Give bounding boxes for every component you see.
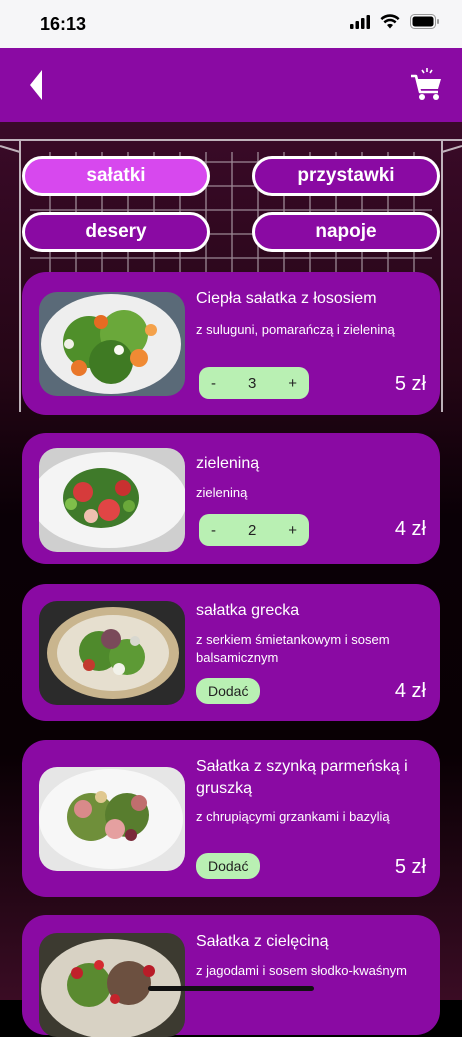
product-card[interactable]: Sałatka z szynką parmeńską i gruszką z c… [22,740,440,897]
app-bar [0,48,462,122]
category-desery[interactable]: desery [22,212,210,252]
wifi-icon [380,14,400,29]
product-description: z suluguni, pomarańczą i zieleniną [196,322,395,337]
category-label: desery [85,221,147,242]
chevron-left-icon [30,70,42,100]
quantity-stepper: - 2 + [199,514,309,546]
category-przystawki[interactable]: przystawki [252,156,440,196]
product-description: z serkiem śmietankowym i sosem balsamicz… [196,632,390,665]
category-napoje[interactable]: napoje [252,212,440,252]
product-price: 4 zł [394,518,426,540]
home-indicator [148,986,314,991]
product-title: Sałatka z szynką parmeńską i gruszką [196,758,408,797]
signal-icon [350,14,370,29]
product-price: 5 zł [394,373,426,395]
product-description: z chrupiącymi grzankami i bazylią [196,809,390,824]
category-label: przystawki [297,165,395,186]
status-icons [350,14,440,29]
product-price: 4 zł [394,680,426,702]
product-card[interactable]: Sałatka z cielęciną z jagodami i sosem s… [22,915,440,1037]
product-description: zieleniną [196,485,248,500]
add-to-cart-button[interactable]: Dodać [196,853,261,879]
product-title: zieleniną [196,455,260,472]
category-salatki[interactable]: sałatki [22,156,210,196]
quantity-value: 3 [247,374,257,392]
product-image [39,448,185,552]
category-label: sałatki [86,165,146,186]
product-card[interactable]: zieleniną zieleniną - 2 + 4 zł [22,433,440,564]
decrement-button[interactable]: - [211,522,216,539]
status-bar: 16:13 [0,0,462,48]
product-image [39,767,185,871]
status-time: 16:13 [40,14,87,34]
product-image [39,292,185,396]
product-image [39,933,185,1037]
add-to-cart-button[interactable]: Dodać [196,678,261,704]
back-button[interactable] [22,68,52,102]
product-title: Ciepła sałatka z łososiem [196,290,377,307]
product-price: 5 zł [394,856,426,878]
quantity-value: 2 [247,521,257,539]
battery-icon [410,14,439,29]
quantity-stepper: - 3 + [199,367,309,399]
product-title: sałatka grecka [196,602,300,619]
product-card[interactable]: Ciepła sałatka z łososiem z suluguni, po… [22,272,440,415]
increment-button[interactable]: + [288,375,297,392]
product-card[interactable]: sałatka grecka z serkiem śmietankowym i … [22,584,440,721]
product-description: z jagodami i sosem słodko-kwaśnym [196,963,407,978]
decrement-button[interactable]: - [211,375,216,392]
cart-button[interactable] [410,66,444,102]
product-image [39,601,185,705]
cart-icon [411,68,441,100]
increment-button[interactable]: + [288,522,297,539]
product-title: Sałatka z cielęciną [196,933,329,950]
category-label: napoje [315,221,377,242]
